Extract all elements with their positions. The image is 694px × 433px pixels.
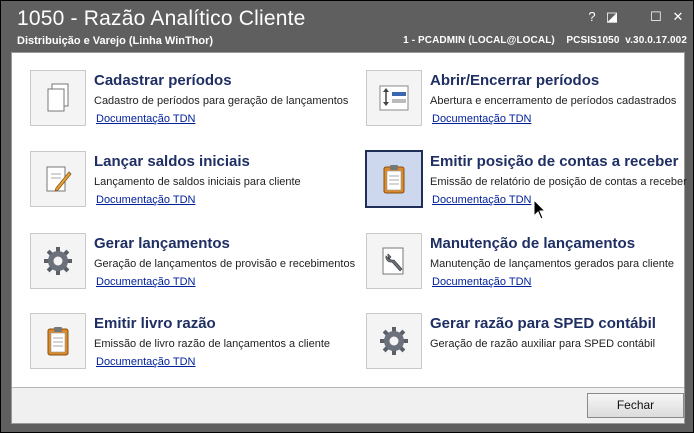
- tdn-doc-link[interactable]: Documentação TDN: [96, 276, 195, 288]
- option-manutencao-lancamentos[interactable]: Manutenção de lançamentos Manutenção de …: [362, 233, 692, 297]
- option-title[interactable]: Emitir posição de contas a receber: [430, 153, 678, 170]
- documents-icon[interactable]: [30, 70, 86, 126]
- options-panel: Cadastrar períodos Cadastro de períodos …: [12, 53, 687, 388]
- option-description: Abertura e encerramento de períodos cada…: [430, 95, 677, 107]
- wrench-document-icon[interactable]: [366, 233, 422, 289]
- option-abrir-encerrar-periodos[interactable]: Abrir/Encerrar períodos Abertura e encer…: [362, 70, 692, 134]
- tdn-doc-link[interactable]: Documentação TDN: [96, 113, 195, 125]
- option-description: Geração de lançamentos de provisão e rec…: [94, 258, 356, 270]
- option-cadastrar-periodos[interactable]: Cadastrar períodos Cadastro de períodos …: [26, 70, 356, 134]
- option-title[interactable]: Abrir/Encerrar períodos: [430, 72, 599, 89]
- option-description: Manutenção de lançamentos gerados para c…: [430, 258, 674, 270]
- app-window: 1050 - Razão Analítico Cliente Distribui…: [0, 0, 694, 433]
- restore-button[interactable]: ◪: [603, 9, 621, 25]
- option-title[interactable]: Manutenção de lançamentos: [430, 235, 635, 252]
- option-lancar-saldos-iniciais[interactable]: Lançar saldos iniciais Lançamento de sal…: [26, 151, 356, 215]
- option-gerar-razao-sped[interactable]: Gerar razão para SPED contábil Geração d…: [362, 313, 692, 377]
- option-title[interactable]: Gerar lançamentos: [94, 235, 230, 252]
- mouse-cursor-icon: [533, 199, 547, 220]
- title-bar[interactable]: 1050 - Razão Analítico Cliente Distribui…: [1, 1, 693, 51]
- gear-icon[interactable]: [366, 313, 422, 369]
- tdn-doc-link[interactable]: Documentação TDN: [96, 194, 195, 206]
- option-title[interactable]: Lançar saldos iniciais: [94, 153, 250, 170]
- main-content: Cadastrar períodos Cadastro de períodos …: [11, 52, 687, 424]
- clipboard-icon[interactable]: [30, 313, 86, 369]
- option-title[interactable]: Cadastrar períodos: [94, 72, 232, 89]
- close-button[interactable]: ✕: [669, 9, 687, 25]
- close-dialog-button[interactable]: Fechar: [587, 393, 684, 418]
- clipboard-icon[interactable]: [365, 150, 423, 208]
- option-gerar-lancamentos[interactable]: Gerar lançamentos Geração de lançamentos…: [26, 233, 356, 297]
- tdn-doc-link[interactable]: Documentação TDN: [432, 194, 531, 206]
- option-title[interactable]: Gerar razão para SPED contábil: [430, 315, 656, 332]
- session-info: 1 - PCADMIN (LOCAL@LOCAL) PCSIS1050 v.30…: [403, 35, 687, 46]
- tdn-doc-link[interactable]: Documentação TDN: [96, 356, 195, 368]
- tdn-doc-link[interactable]: Documentação TDN: [432, 113, 531, 125]
- option-title[interactable]: Emitir livro razão: [94, 315, 216, 332]
- edit-document-icon[interactable]: [30, 151, 86, 207]
- window-title: 1050 - Razão Analítico Cliente: [17, 7, 306, 30]
- period-toggle-icon[interactable]: [366, 70, 422, 126]
- maximize-button[interactable]: ☐: [647, 9, 665, 25]
- option-description: Emissão de relatório de posição de conta…: [430, 176, 687, 188]
- option-emitir-livro-razao[interactable]: Emitir livro razão Emissão de livro razã…: [26, 313, 356, 377]
- option-emitir-posicao-contas-receber[interactable]: Emitir posição de contas a receber Emiss…: [362, 150, 692, 215]
- option-description: Lançamento de saldos iniciais para clien…: [94, 176, 301, 188]
- gear-icon[interactable]: [30, 233, 86, 289]
- option-description: Cadastro de períodos para geração de lan…: [94, 95, 349, 107]
- help-button[interactable]: ?: [583, 9, 601, 25]
- option-description: Geração de razão auxiliar para SPED cont…: [430, 338, 656, 350]
- tdn-doc-link[interactable]: Documentação TDN: [432, 276, 531, 288]
- window-subtitle: Distribuição e Varejo (Linha WinThor): [17, 35, 214, 47]
- option-description: Emissão de livro razão de lançamentos a …: [94, 338, 331, 350]
